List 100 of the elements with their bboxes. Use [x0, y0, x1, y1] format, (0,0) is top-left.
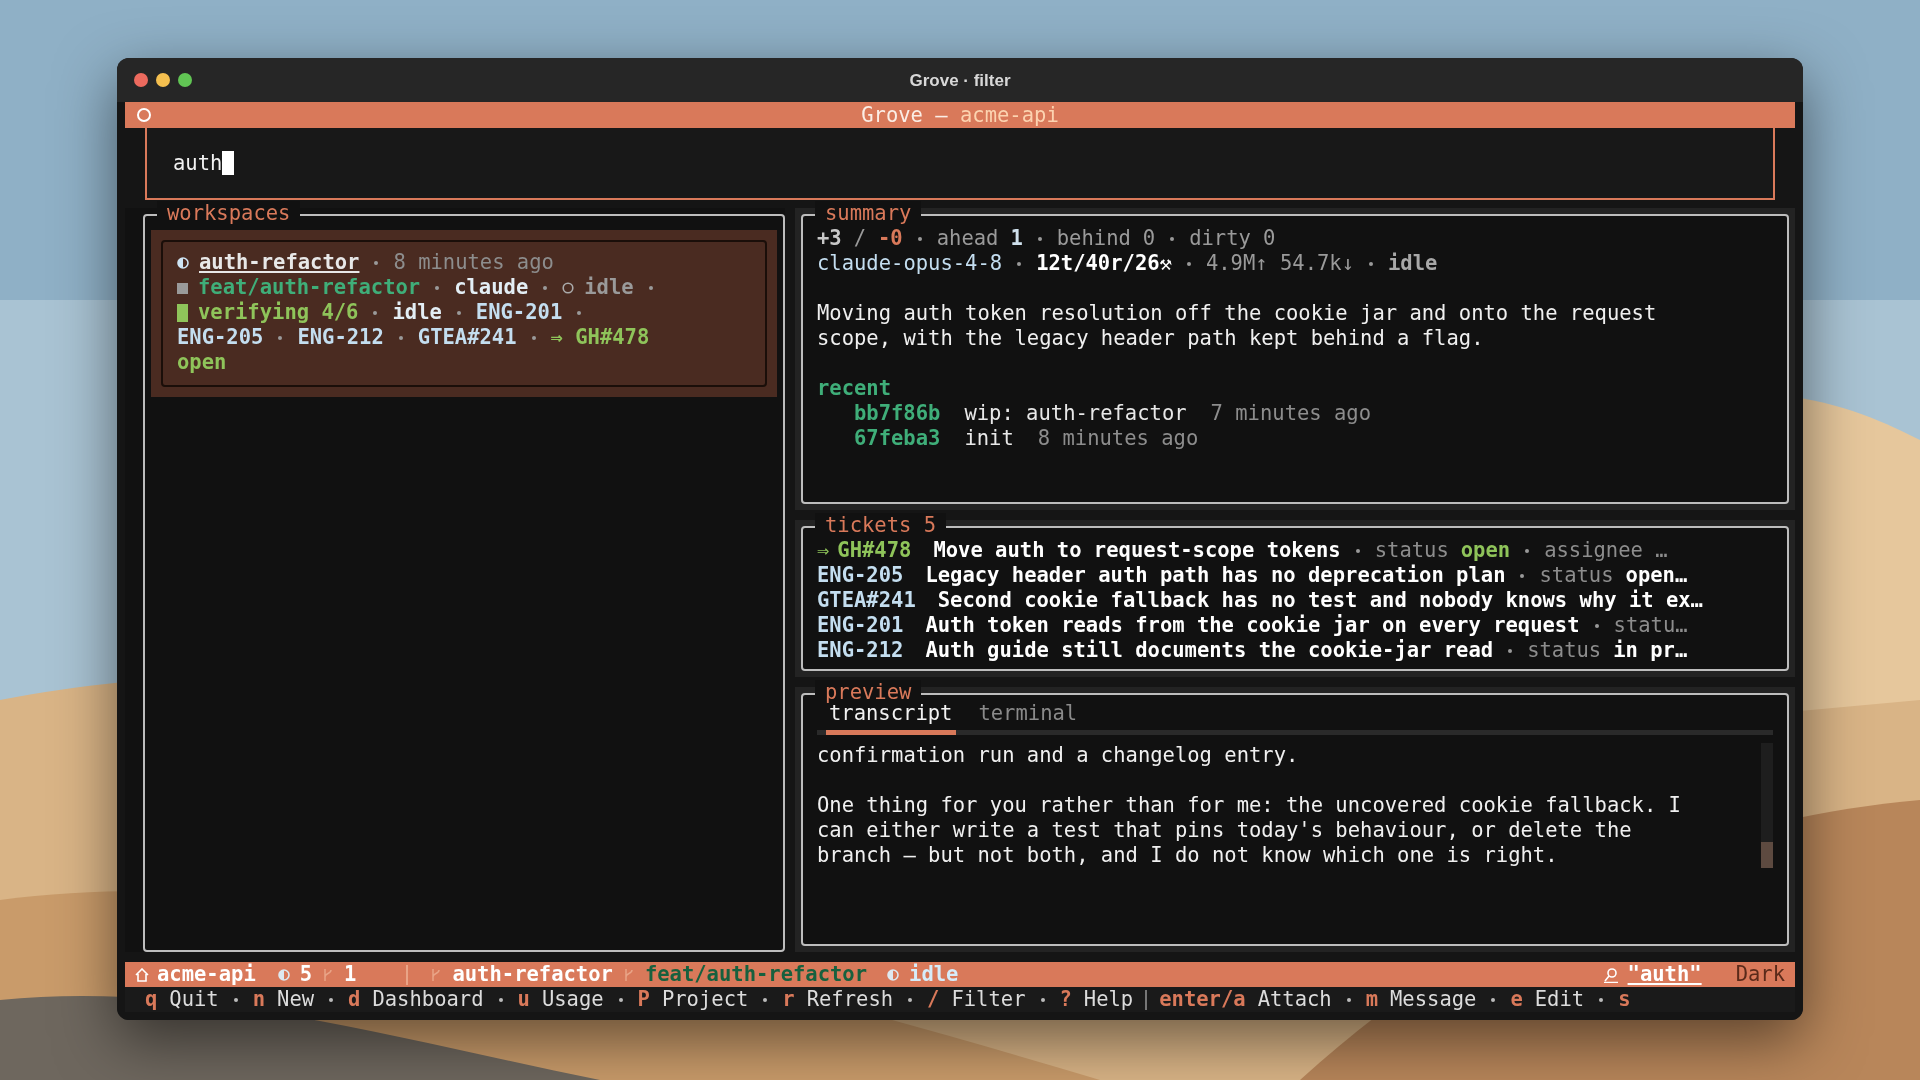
branch-icon: [430, 966, 443, 983]
separator-dot-icon: [1369, 261, 1373, 266]
circle-icon: [562, 282, 575, 294]
ticket-title[interactable]: Legacy header auth path has no deprecation plan: [925, 563, 1506, 588]
shortcut-key: n: [252, 987, 266, 1012]
arrow: ⇒: [550, 325, 563, 349]
separator-dot-icon: [618, 997, 623, 1002]
ticket-id[interactable]: GH#478: [837, 538, 912, 563]
separator-dot-icon: [278, 336, 283, 340]
shortcut-label: Attach: [1257, 987, 1332, 1012]
ticket-tag: ENG-205: [177, 325, 264, 349]
ticket-title[interactable]: Auth token reads from the cookie jar on every request: [925, 613, 1580, 638]
separator-dot-icon: [329, 997, 334, 1002]
separator-dot-icon: [373, 311, 378, 315]
separator-dot-icon: [233, 997, 238, 1002]
summary-description: Moving auth token resolution off the cookie jar and onto the request scope, with the legacy header path kept behind a flag.: [817, 301, 1658, 351]
text-cursor: [222, 151, 235, 175]
separator-dot-icon: [1170, 236, 1175, 241]
lines-removed: -0: [878, 226, 903, 251]
ticket-tag: ENG-201: [475, 300, 563, 324]
separator-dot-icon: [398, 336, 403, 340]
separator-dot-icon: [1520, 573, 1525, 578]
branch-icon: [622, 966, 635, 983]
close-button[interactable]: [134, 73, 148, 87]
home-icon: [135, 967, 149, 982]
separator-dot-icon: [577, 311, 582, 315]
ticket-id[interactable]: ENG-201: [817, 613, 904, 638]
workspace-count: 5: [299, 962, 313, 987]
shortcut-label: Edit: [1534, 987, 1585, 1012]
section-heading: recent: [817, 376, 893, 401]
agent-state: idle: [1388, 251, 1438, 276]
arrow: ⇒: [817, 538, 830, 563]
shortcut-label: Help: [1083, 987, 1134, 1012]
shortcut-key: enter/a: [1159, 987, 1246, 1012]
separator-dot-icon: [1346, 997, 1351, 1002]
project-name: acme-api: [157, 962, 256, 987]
filter-field[interactable]: auth: [145, 128, 1775, 200]
separator-dot-icon: [1017, 261, 1022, 266]
shortcut-key: d: [348, 987, 361, 1012]
zoom-button[interactable]: [178, 73, 192, 87]
ticket-title[interactable]: Auth guide still documents the cookie-jar read: [925, 638, 1494, 663]
branch-name: feat/auth-refactor: [644, 962, 868, 987]
separator-dot-icon: [1037, 236, 1042, 241]
ticket-id[interactable]: ENG-205: [817, 563, 904, 588]
commit-time: 8 minutes ago: [1037, 426, 1199, 451]
meta-label: assignee …: [1544, 538, 1668, 563]
separator-dot-icon: [1594, 623, 1599, 628]
branch-icon: [322, 966, 335, 983]
shortcut-key: s: [1618, 987, 1631, 1012]
separator-dot-icon: [374, 261, 379, 265]
meta-value: open: [1460, 538, 1511, 563]
shortcut-key: ?: [1059, 987, 1072, 1012]
ticket-tag: ENG-212: [297, 325, 384, 349]
status-icon: [177, 257, 189, 269]
search-icon: [1603, 966, 1618, 983]
stat-label: dirty: [1189, 226, 1251, 251]
panel-title: workspaces: [157, 201, 301, 226]
ticket-id[interactable]: ENG-212: [817, 638, 904, 663]
separator-dot-icon: [1599, 997, 1604, 1002]
circle-icon: [137, 108, 151, 122]
separator-dot-icon: [1040, 997, 1045, 1002]
panel-title: preview: [815, 680, 922, 705]
window-title: Grove · filter: [909, 69, 1011, 92]
separator-dot-icon: [435, 286, 440, 290]
shortcut-label: Project: [661, 987, 749, 1012]
agent-state: idle: [584, 275, 634, 299]
separator-dot-icon: [1186, 261, 1191, 266]
ticket-title[interactable]: Second cookie fallback has no test and nobody knows why it ex…: [937, 588, 1703, 613]
progress-bar-icon: [177, 304, 188, 322]
separator-dot-icon: [1491, 997, 1496, 1002]
shortcut-label: Usage: [541, 987, 604, 1012]
separator-dot-icon: [763, 997, 768, 1002]
lines-added: +3: [817, 226, 842, 251]
meta-value: open…: [1625, 563, 1688, 588]
token-usage: 4.9M↑ 54.7k↓: [1205, 251, 1354, 276]
filter-query: "auth": [1627, 962, 1702, 987]
commit-message: init: [964, 426, 1014, 451]
separator-dot-icon: [456, 311, 461, 315]
ticket-tag: GTEA#241: [417, 325, 517, 349]
ticket-id[interactable]: GTEA#241: [817, 588, 916, 613]
separator-dot-icon: [1355, 548, 1360, 553]
square-icon: [177, 282, 188, 294]
meta-label: statu…: [1613, 613, 1688, 638]
tab[interactable]: terminal: [978, 701, 1078, 726]
separator-dot-icon: [543, 286, 548, 290]
separator-dot-icon: [648, 286, 653, 290]
workspace-icon: [277, 968, 290, 981]
workspace-card[interactable]: auth-refactor 8 minutes ago feat/auth-refactor claude idle verifying 4/6 idle ENG-201 ENG-205 ENG-212 GTEA#241 ⇒ GH#478 open: [151, 230, 777, 397]
shortcut-label: Dashboard: [372, 987, 484, 1012]
stat-value: 0: [1142, 226, 1156, 251]
agent-name: claude: [454, 275, 529, 299]
transcript-text: confirmation run and a changelog entry.: [817, 743, 1300, 768]
agent-state: idle: [909, 962, 959, 987]
minimize-button[interactable]: [156, 73, 170, 87]
ticket-title[interactable]: Move auth to request-scope tokens: [933, 538, 1341, 563]
workspace-name: auth-refactor: [199, 250, 360, 274]
shortcut-key: e: [1510, 987, 1523, 1012]
theme-label: Dark: [1735, 962, 1785, 987]
activity-state: idle: [392, 300, 442, 324]
shortcut-key: r: [782, 987, 795, 1012]
